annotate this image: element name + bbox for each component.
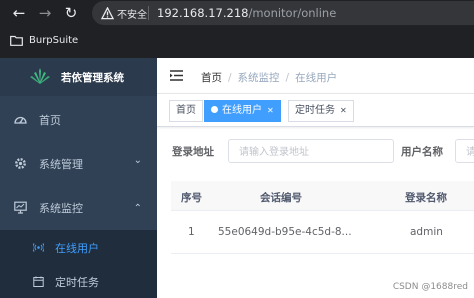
- tag-scheduled-jobs[interactable]: 定时任务 ✕: [288, 100, 354, 122]
- app-title: 若依管理系统: [61, 72, 124, 84]
- address-divider: [148, 6, 149, 20]
- tag-online-users[interactable]: 在线用户 ✕: [204, 100, 281, 122]
- breadcrumb-current: 在线用户: [295, 72, 338, 84]
- submenu: 在线用户 定时任务: [0, 230, 157, 298]
- online-icon: [33, 243, 44, 252]
- username-input[interactable]: [456, 141, 474, 164]
- forward-icon[interactable]: →: [35, 3, 55, 23]
- active-dot-icon: [211, 106, 218, 113]
- tag-home[interactable]: 首页: [169, 100, 203, 122]
- bookmark-burpsuite[interactable]: BurpSuite: [10, 35, 78, 46]
- chevron-down-icon: ⌄: [133, 155, 142, 166]
- tags-view: 首页 在线用户 ✕ 定时任务 ✕: [157, 93, 474, 127]
- cell-session-id: 55e0649d-b95e-4c5d-8...: [218, 226, 352, 238]
- sidebar-item-label: 首页: [39, 114, 61, 127]
- sidebar: 若依管理系统 首页 系统管理 ⌄ 系统监控 ⌃ 在线用户 定时任务: [0, 58, 157, 298]
- breadcrumb-home[interactable]: 首页: [201, 72, 222, 84]
- column-header-session-id: 会话编号: [260, 192, 302, 204]
- cell-login-name: admin: [410, 226, 443, 238]
- watermark: CSDN @1688red: [392, 282, 468, 292]
- dashboard-icon: [14, 116, 27, 124]
- chevron-up-icon: ⌃: [133, 203, 142, 214]
- breadcrumb-separator: /: [228, 72, 232, 84]
- security-indicator[interactable]: 不安全: [101, 5, 147, 21]
- url-text[interactable]: 192.168.17.218/monitor/online: [157, 6, 336, 20]
- sidebar-item-label: 系统监控: [39, 202, 83, 215]
- logo-icon: [30, 68, 50, 84]
- column-header-index: 序号: [181, 192, 202, 204]
- submenu-item-label: 定时任务: [55, 276, 99, 289]
- gear-icon: [15, 158, 26, 169]
- login-address-label: 登录地址: [172, 146, 214, 158]
- sidebar-item-home[interactable]: 首页: [0, 98, 157, 141]
- sidebar-item-label: 系统管理: [39, 158, 83, 171]
- breadcrumb-system-monitor[interactable]: 系统监控: [238, 72, 280, 84]
- main-content: 首页 / 系统监控 / 在线用户 首页 在线用户✕ 定时任务✕ 登录地址 用户名称 序号…: [157, 58, 474, 298]
- login-address-input[interactable]: [229, 141, 393, 164]
- monitor-icon: [14, 201, 27, 214]
- close-icon[interactable]: ✕: [267, 106, 274, 115]
- sidebar-logo[interactable]: 若依管理系统: [0, 58, 157, 96]
- close-icon[interactable]: ✕: [340, 106, 347, 115]
- column-header-login-name: 登录名称: [405, 192, 447, 204]
- sidebar-item-system-monitor[interactable]: 系统监控 ⌃: [0, 186, 157, 229]
- breadcrumb: 首页 / 系统监控 / 在线用户: [201, 70, 337, 85]
- submenu-item-scheduled-jobs[interactable]: 定时任务: [0, 264, 157, 298]
- table-row[interactable]: 1 55e0649d-b95e-4c5d-8... admin: [171, 212, 474, 254]
- username-label: 用户名称: [401, 146, 443, 158]
- warning-icon: [101, 6, 114, 19]
- security-label: 不安全: [117, 9, 147, 21]
- login-address-field[interactable]: [228, 139, 394, 164]
- folder-icon: [10, 35, 23, 46]
- table-header: 序号 会话编号 登录名称: [171, 181, 474, 211]
- submenu-item-label: 在线用户: [55, 242, 99, 255]
- breadcrumb-separator: /: [285, 72, 290, 84]
- sidebar-item-system-management[interactable]: 系统管理 ⌄: [0, 142, 157, 185]
- browser-chrome: ← → ↻ 不安全 192.168.17.218/monitor/online …: [0, 0, 474, 58]
- cell-index: 1: [188, 226, 195, 238]
- reload-icon[interactable]: ↻: [61, 3, 81, 23]
- menu-toggle-icon[interactable]: [170, 70, 183, 81]
- job-icon: [33, 276, 44, 287]
- back-icon[interactable]: ←: [9, 3, 29, 23]
- submenu-item-online-users[interactable]: 在线用户: [0, 230, 157, 264]
- address-bar[interactable]: 不安全 192.168.17.218/monitor/online: [92, 1, 474, 25]
- username-field[interactable]: [455, 139, 474, 164]
- bookmark-label: BurpSuite: [29, 35, 79, 46]
